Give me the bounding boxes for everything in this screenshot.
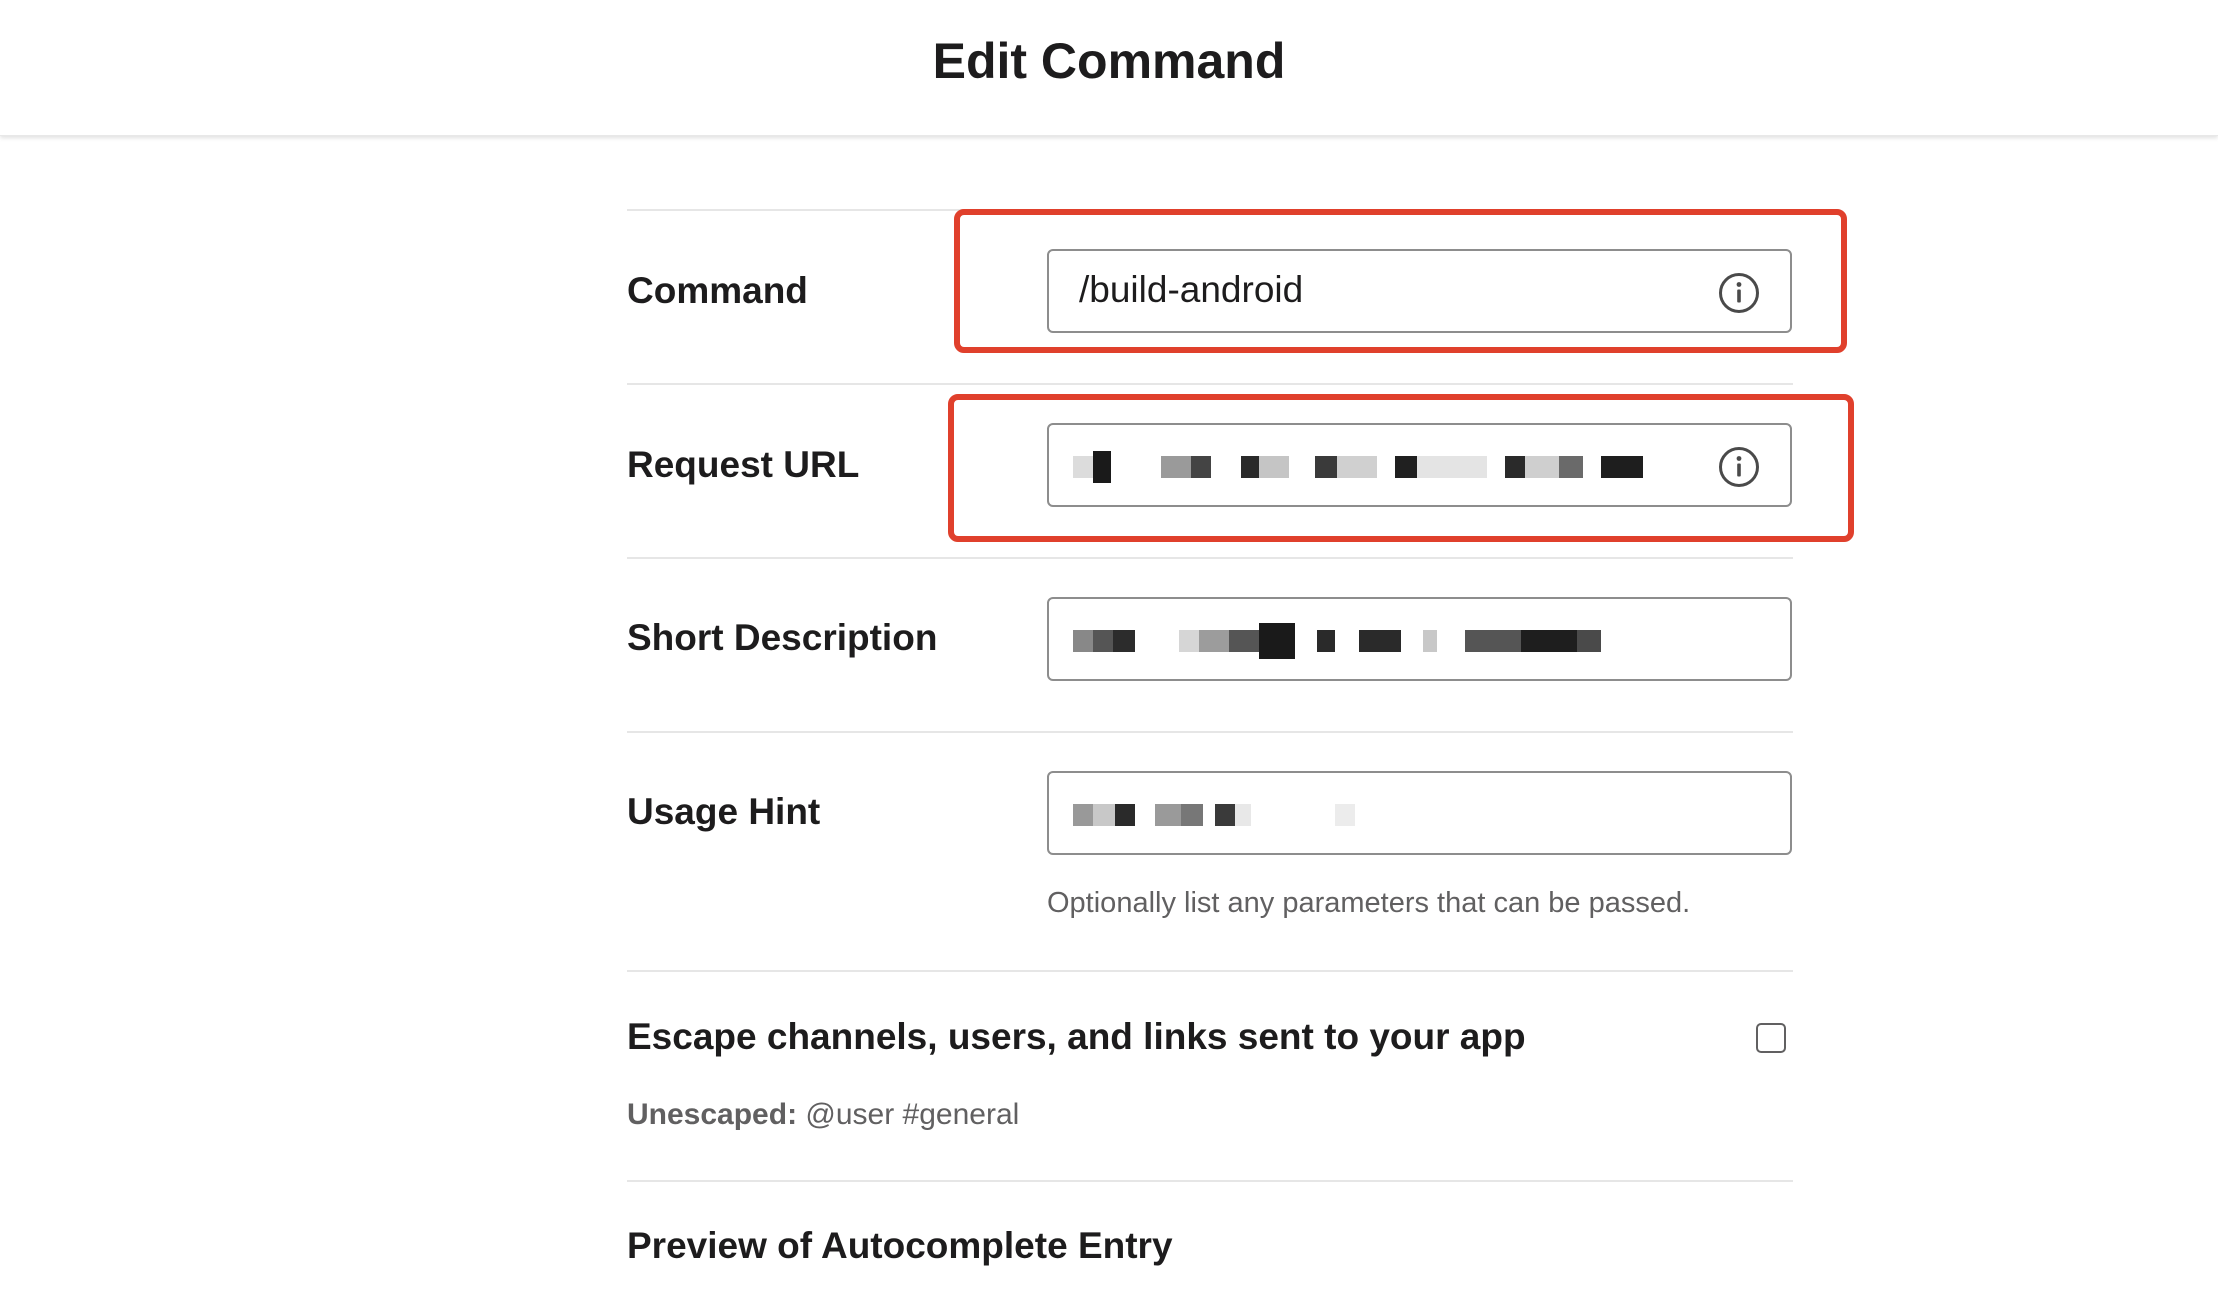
short-description-input[interactable] <box>1047 597 1792 681</box>
usage-hint-helper: Optionally list any parameters that can … <box>1047 887 1691 919</box>
request-url-input[interactable] <box>1047 423 1792 507</box>
page-title: Edit Command <box>932 33 1286 89</box>
escape-checkbox[interactable] <box>1756 1023 1786 1053</box>
divider <box>627 970 1793 972</box>
command-input[interactable]: /build-android <box>1047 249 1792 333</box>
escape-label: Escape channels, users, and links sent t… <box>627 1016 1526 1057</box>
redacted-value <box>1073 447 1643 487</box>
divider <box>627 383 1793 385</box>
divider <box>627 557 1793 559</box>
usage-hint-label: Usage Hint <box>627 791 821 832</box>
unescaped-label: Unescaped: <box>627 1098 798 1131</box>
usage-hint-input[interactable] <box>1047 771 1792 855</box>
page-header: Edit Command <box>0 0 2218 136</box>
redacted-value <box>1073 795 1355 835</box>
info-icon[interactable] <box>1718 446 1760 488</box>
short-description-label: Short Description <box>627 617 938 658</box>
unescaped-value: @user #general <box>805 1098 1020 1131</box>
preview-heading: Preview of Autocomplete Entry <box>627 1225 1173 1266</box>
divider <box>627 1180 1793 1182</box>
redacted-value <box>1073 621 1601 661</box>
divider <box>627 731 1793 733</box>
info-icon[interactable] <box>1718 272 1760 314</box>
unescaped-example: Unescaped: @user #general <box>627 1098 1019 1132</box>
command-label: Command <box>627 270 808 311</box>
request-url-label: Request URL <box>627 444 860 485</box>
command-input-value: /build-android <box>1079 269 1304 310</box>
